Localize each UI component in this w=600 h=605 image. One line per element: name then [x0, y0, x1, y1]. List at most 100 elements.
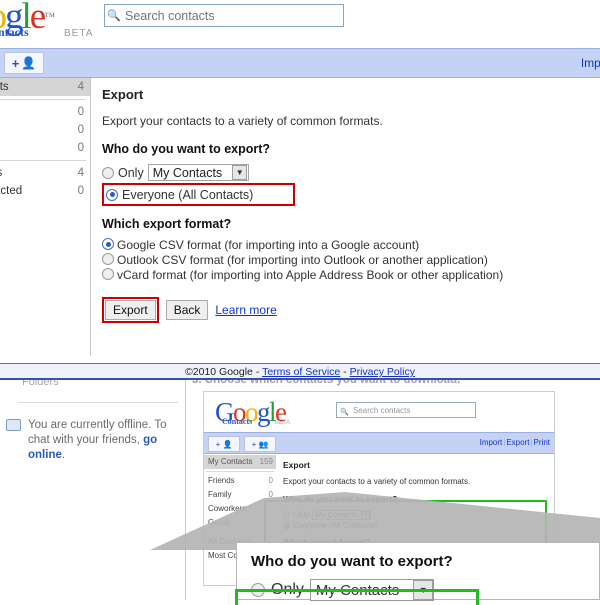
toolbar-links: Import|Ex — [581, 56, 600, 70]
vcard-label: vCard format (for importing into Apple A… — [117, 268, 504, 282]
trademark-symbol: ™ — [44, 11, 55, 23]
sidebar-item-count: 0 — [77, 185, 84, 197]
sidebar-divider — [18, 402, 178, 403]
chevron-down-icon[interactable]: ▼ — [232, 165, 248, 180]
outlook-csv-radio[interactable] — [102, 253, 114, 265]
only-label: Only — [118, 165, 144, 180]
sidebar-item-most-contacted[interactable]: ontacted 0 — [0, 182, 90, 200]
group-select-value: My Contacts — [152, 165, 223, 180]
sidebar-item-label: Coworkers — [208, 504, 247, 513]
sidebar-item-label: Gmail — [208, 518, 229, 527]
sidebar-item-label: ntacts — [0, 81, 9, 93]
google-csv-radio[interactable] — [102, 238, 114, 250]
embedded-action-toolbar: + 👤 + 👥 Import|Export|Print — [204, 432, 554, 454]
sidebar-item-label: My Contacts — [208, 457, 253, 466]
magnified-callout: Who do you want to export? Only My Conta… — [235, 542, 600, 605]
sidebar-item-label: Family — [208, 490, 232, 499]
privacy-policy-link[interactable]: Privacy Policy — [350, 366, 415, 378]
magnified-green-highlight — [235, 589, 479, 605]
sidebar-item-count: 0 — [77, 106, 84, 118]
sidebar-item-count: 4 — [77, 81, 84, 93]
embedded-new-group-button[interactable]: + 👥 — [244, 436, 276, 452]
learn-more-link[interactable]: Learn more — [215, 303, 276, 317]
export-title: Export — [102, 87, 144, 102]
footer-dash: - — [343, 366, 347, 378]
google-csv-label: Google CSV format (for importing into a … — [117, 238, 420, 252]
embedded-export-description: Export your contacts to a variety of com… — [283, 477, 471, 486]
page-footer: ©2010 Google - Terms of Service - Privac… — [0, 363, 600, 380]
export-panel: Export Export your contacts to a variety… — [92, 78, 600, 356]
sidebar-item-all-contacts[interactable]: tacts 4 — [0, 164, 90, 182]
format-option-google-csv[interactable]: Google CSV format (for importing into a … — [102, 238, 600, 253]
chat-icon — [6, 419, 21, 431]
import-link[interactable]: Import — [581, 56, 600, 70]
new-contact-button[interactable]: + 👤 — [4, 52, 44, 74]
embedded-toolbar-links: Import|Export|Print — [480, 438, 550, 447]
terms-of-service-link[interactable]: Terms of Service — [262, 366, 340, 378]
sidebar-divider — [0, 99, 86, 100]
export-description: Export your contacts to a variety of com… — [102, 114, 383, 128]
embedded-new-contact-button[interactable]: + 👤 — [208, 436, 240, 452]
search-box[interactable]: 🔍 — [104, 4, 344, 27]
export-button-highlight: Export — [102, 297, 159, 323]
embedded-export-link[interactable]: Export — [506, 438, 529, 447]
gmail-folders-label[interactable]: Folders — [22, 380, 59, 388]
embedded-export-title: Export — [283, 460, 310, 470]
chat-offline-notice: You are currently offline. To chat with … — [6, 418, 176, 463]
plus-icon: + — [11, 55, 20, 71]
offline-period: . — [61, 449, 66, 461]
sidebar-item-family[interactable]: 0 — [0, 121, 90, 139]
everyone-label: Everyone (All Contacts) — [122, 187, 254, 202]
beta-badge: BETA — [64, 28, 94, 39]
sidebar-divider — [0, 160, 86, 161]
embedded-import-link[interactable]: Import — [480, 438, 503, 447]
embedded-print-link[interactable]: Print — [534, 438, 550, 447]
export-button[interactable]: Export — [105, 300, 156, 320]
sidebar-item-label: Friends — [208, 476, 235, 485]
embedded-sidebar-item-my-contacts[interactable]: My Contacts 159 — [204, 455, 276, 469]
outlook-csv-label: Outlook CSV format (for importing into O… — [117, 253, 488, 267]
everyone-option-highlight: Everyone (All Contacts) — [102, 183, 296, 206]
back-button[interactable]: Back — [165, 300, 209, 320]
sidebar-item-count: 4 — [77, 167, 84, 179]
format-question-heading: Which export format? — [102, 217, 232, 231]
everyone-radio[interactable] — [106, 188, 118, 201]
sidebar-item-label: tacts — [0, 164, 2, 182]
sidebar-item-my-contacts[interactable]: ntacts 4 — [0, 78, 90, 96]
search-icon: 🔍 — [340, 409, 349, 416]
sidebar-item-count: 0 — [77, 142, 84, 154]
only-radio[interactable] — [102, 166, 114, 179]
embedded-search-placeholder: Search contacts — [353, 406, 411, 415]
action-toolbar: + 👤 Import|Ex — [0, 48, 600, 78]
contact-groups-sidebar: ntacts 4 0 0 ues 0 tacts 4 ontacte — [0, 78, 91, 356]
gmail-sidebar: Folders You are currently offline. To ch… — [0, 380, 186, 600]
tutorial-step-heading: 3. Choose which contacts you want to dow… — [192, 380, 461, 386]
format-option-outlook-csv[interactable]: Outlook CSV format (for importing into O… — [102, 253, 600, 268]
sidebar-item-friends[interactable]: 0 — [0, 103, 90, 121]
embedded-beta-badge: BETA — [275, 420, 291, 426]
add-contact-icon: 👤 — [21, 56, 37, 70]
sidebar-item-count: 0 — [268, 476, 273, 485]
vcard-radio[interactable] — [102, 268, 114, 280]
sidebar-item-colleagues[interactable]: ues 0 — [0, 139, 90, 157]
search-icon: 🔍 — [107, 10, 121, 22]
sidebar-divider — [206, 471, 274, 472]
sidebar-item-label: ontacted — [0, 185, 23, 197]
format-option-vcard[interactable]: vCard format (for importing into Apple A… — [102, 268, 600, 283]
embedded-google-logo: Google Contacts BETA — [215, 398, 335, 432]
google-contacts-export-page: oogle™ ontacts BETA 🔍 + 👤 Import|Ex ntac… — [0, 0, 600, 380]
search-input[interactable] — [123, 8, 343, 23]
export-actions: Export Back Learn more — [102, 297, 600, 323]
page-header: oogle™ ontacts BETA 🔍 — [0, 0, 600, 48]
everyone-option[interactable]: Everyone (All Contacts) — [104, 185, 293, 204]
embedded-logo-subtitle: Contacts — [222, 417, 253, 426]
only-group-option[interactable]: Only My Contacts ▼ — [102, 163, 600, 182]
group-select[interactable]: My Contacts ▼ — [147, 164, 250, 181]
embedded-search-box[interactable]: 🔍 Search contacts — [336, 402, 476, 418]
page-body: ntacts 4 0 0 ues 0 tacts 4 ontacte — [0, 78, 600, 356]
google-contacts-logo: oogle™ ontacts BETA — [0, 0, 112, 44]
sidebar-item-count: 0 — [77, 124, 84, 136]
copyright-text: ©2010 Google - — [185, 366, 260, 378]
magnified-who-question: Who do you want to export? — [251, 553, 453, 570]
embedded-sidebar-item-friends[interactable]: Friends 0 — [204, 474, 276, 488]
